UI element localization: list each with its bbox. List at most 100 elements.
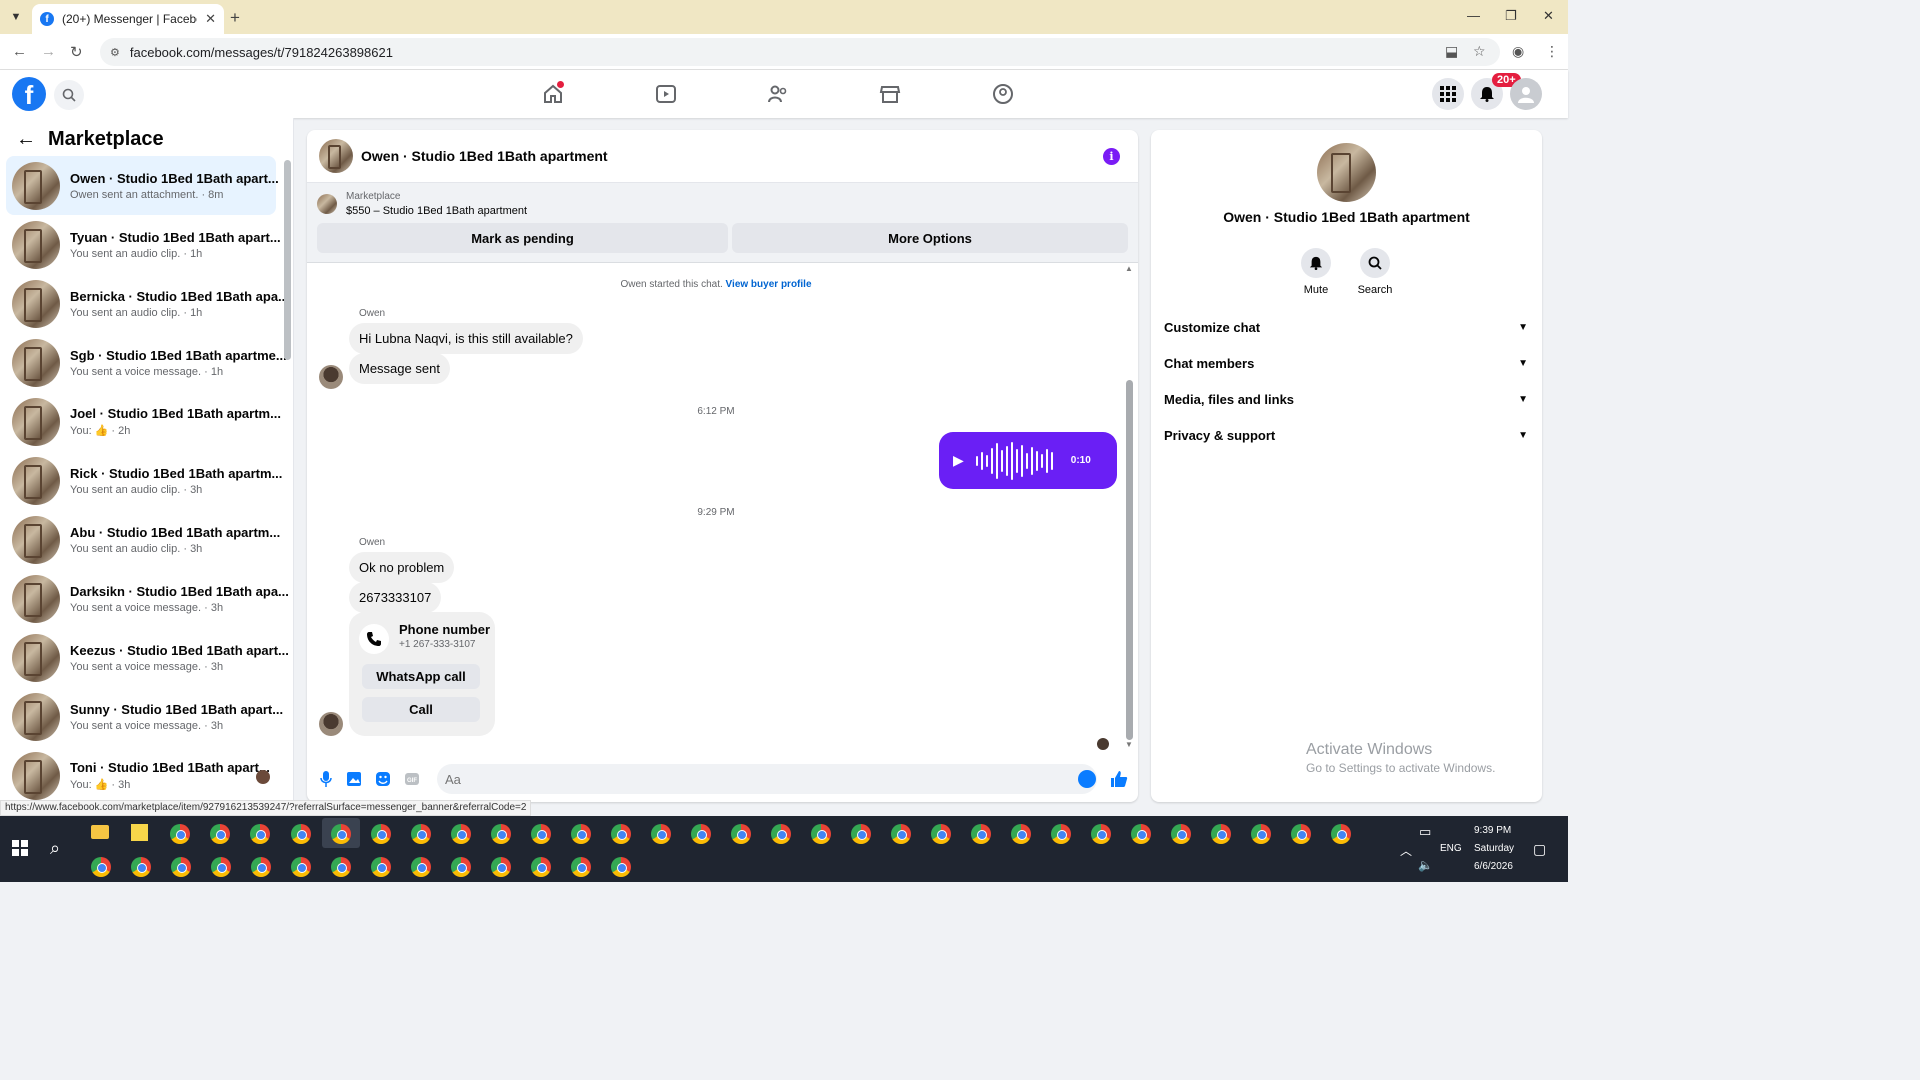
chrome-window-icon[interactable] xyxy=(411,857,431,877)
microphone-icon[interactable] xyxy=(317,770,335,788)
conversation-item[interactable]: Darksikn · Studio 1Bed 1Bath apa... You s… xyxy=(6,569,289,628)
chrome-window-icon[interactable] xyxy=(971,824,991,844)
chat-title[interactable]: Owen · Studio 1Bed 1Bath apartment xyxy=(361,148,608,164)
profile-icon[interactable]: ◉ xyxy=(1512,43,1524,60)
bookmark-star-icon[interactable]: ☆ xyxy=(1473,43,1486,60)
more-options-button[interactable]: More Options xyxy=(732,223,1128,253)
chrome-window-icon[interactable] xyxy=(811,824,831,844)
back-icon[interactable]: ← xyxy=(12,43,27,60)
chrome-window-icon[interactable] xyxy=(1251,824,1271,844)
minimize-icon[interactable]: — xyxy=(1467,8,1480,23)
play-icon[interactable]: ▶ xyxy=(953,452,964,469)
conversation-item[interactable]: Sgb · Studio 1Bed 1Bath apartme... You se… xyxy=(6,333,287,392)
call-button[interactable]: Call xyxy=(362,697,480,722)
chrome-window-icon[interactable] xyxy=(331,824,351,844)
conversation-item[interactable]: Keezus · Studio 1Bed 1Bath apart... You s… xyxy=(6,628,289,687)
chrome-window-icon[interactable] xyxy=(1211,824,1231,844)
browser-menu-icon[interactable]: ⋮ xyxy=(1545,43,1559,60)
chrome-window-icon[interactable] xyxy=(411,824,431,844)
tab-close-icon[interactable]: ✕ xyxy=(205,11,216,27)
chrome-window-icon[interactable] xyxy=(210,824,230,844)
conversation-item[interactable]: Tyuan · Studio 1Bed 1Bath apart... You se… xyxy=(6,215,281,274)
thumbs-up-icon[interactable] xyxy=(1110,770,1128,788)
message-bubble[interactable]: Message sent xyxy=(349,353,450,384)
omnibox[interactable]: ⚙ facebook.com/messages/t/79182426389862… xyxy=(100,38,1500,66)
marketplace-icon[interactable] xyxy=(878,82,902,106)
clock-date[interactable]: 6/6/2026 xyxy=(1474,861,1513,872)
notification-center-icon[interactable]: ▢ xyxy=(1533,841,1546,858)
message-bubble[interactable]: Hi Lubna Naqvi, is this still available? xyxy=(349,323,583,354)
chrome-window-icon[interactable] xyxy=(891,824,911,844)
whatsapp-call-button[interactable]: WhatsApp call xyxy=(362,664,480,689)
new-tab-icon[interactable]: + xyxy=(230,8,240,28)
listing-thumbnail[interactable] xyxy=(317,194,337,214)
chrome-window-icon[interactable] xyxy=(211,857,231,877)
chrome-window-icon[interactable] xyxy=(291,857,311,877)
contact-avatar[interactable] xyxy=(1317,143,1376,202)
chrome-window-icon[interactable] xyxy=(250,824,270,844)
conversation-item[interactable]: Toni · Studio 1Bed 1Bath apart... You: 👍 … xyxy=(6,746,276,801)
chrome-window-icon[interactable] xyxy=(331,857,351,877)
chrome-window-icon[interactable] xyxy=(691,824,711,844)
gif-icon[interactable]: GIF xyxy=(403,770,421,788)
chrome-window-icon[interactable] xyxy=(1131,824,1151,844)
message-bubble[interactable]: 2673333107 xyxy=(349,582,442,613)
chrome-window-icon[interactable] xyxy=(451,824,471,844)
sidebar-scrollbar[interactable] xyxy=(284,160,291,360)
view-buyer-profile-link[interactable]: View buyer profile xyxy=(726,279,812,290)
forward-icon[interactable]: → xyxy=(41,43,56,60)
message-bubble[interactable]: Ok no problem xyxy=(349,552,455,583)
account-avatar[interactable] xyxy=(1510,78,1542,110)
chrome-window-icon[interactable] xyxy=(171,857,191,877)
clock-time[interactable]: 9:39 PM xyxy=(1474,825,1511,836)
chrome-window-icon[interactable] xyxy=(170,824,190,844)
chrome-window-icon[interactable] xyxy=(731,824,751,844)
chrome-window-icon[interactable] xyxy=(851,824,871,844)
tray-overflow-icon[interactable]: ︿ xyxy=(1400,842,1412,859)
chrome-window-icon[interactable] xyxy=(771,824,791,844)
search-icon[interactable] xyxy=(54,80,84,110)
site-info-icon[interactable]: ⚙ xyxy=(110,46,120,59)
back-arrow-icon[interactable]: ← xyxy=(16,128,36,151)
mute-action[interactable]: Mute xyxy=(1286,248,1346,296)
menu-grid-icon[interactable] xyxy=(1432,78,1464,110)
chrome-window-icon[interactable] xyxy=(371,857,391,877)
sender-avatar[interactable] xyxy=(319,712,343,736)
chrome-window-icon[interactable] xyxy=(1331,824,1351,844)
network-icon[interactable]: ▭ xyxy=(1419,824,1431,840)
chrome-window-icon[interactable] xyxy=(491,824,511,844)
chrome-window-icon[interactable] xyxy=(531,824,551,844)
photo-icon[interactable] xyxy=(345,770,363,788)
groups-icon[interactable] xyxy=(991,82,1015,106)
chrome-window-icon[interactable] xyxy=(931,824,951,844)
chrome-window-icon[interactable] xyxy=(251,857,271,877)
chrome-window-icon[interactable] xyxy=(571,857,591,877)
chrome-window-icon[interactable] xyxy=(611,824,631,844)
install-app-icon[interactable]: ⬓ xyxy=(1445,43,1458,60)
chrome-window-icon[interactable] xyxy=(1291,824,1311,844)
facebook-logo[interactable]: f xyxy=(12,77,46,111)
customize-chat-section[interactable]: Customize chat ▼ xyxy=(1164,309,1528,345)
conversation-item[interactable]: Owen · Studio 1Bed 1Bath apart... Owen se… xyxy=(6,156,279,215)
close-window-icon[interactable]: ✕ xyxy=(1543,8,1554,24)
sticker-icon[interactable] xyxy=(374,770,392,788)
chat-members-section[interactable]: Chat members ▼ xyxy=(1164,345,1528,381)
clock-day[interactable]: Saturday xyxy=(1474,843,1514,854)
emoji-icon[interactable] xyxy=(1078,770,1096,788)
bell-icon[interactable] xyxy=(1301,248,1331,278)
chrome-window-icon[interactable] xyxy=(451,857,471,877)
chrome-window-icon[interactable] xyxy=(131,857,151,877)
search-icon[interactable] xyxy=(1360,248,1390,278)
windows-start-icon[interactable] xyxy=(12,840,28,856)
language-indicator[interactable]: ENG xyxy=(1440,843,1462,854)
taskbar-search-icon[interactable]: ⌕ xyxy=(50,838,60,859)
chrome-window-icon[interactable] xyxy=(531,857,551,877)
chrome-window-icon[interactable] xyxy=(571,824,591,844)
conversation-item[interactable]: Rick · Studio 1Bed 1Bath apartm... You se… xyxy=(6,451,282,510)
info-icon[interactable]: i xyxy=(1103,148,1120,165)
sticky-notes-icon[interactable] xyxy=(131,824,148,841)
friends-icon[interactable] xyxy=(766,82,790,106)
scroll-up-arrow-icon[interactable]: ▲ xyxy=(1125,264,1133,273)
chrome-window-icon[interactable] xyxy=(651,824,671,844)
reload-icon[interactable]: ↻ xyxy=(70,43,83,61)
